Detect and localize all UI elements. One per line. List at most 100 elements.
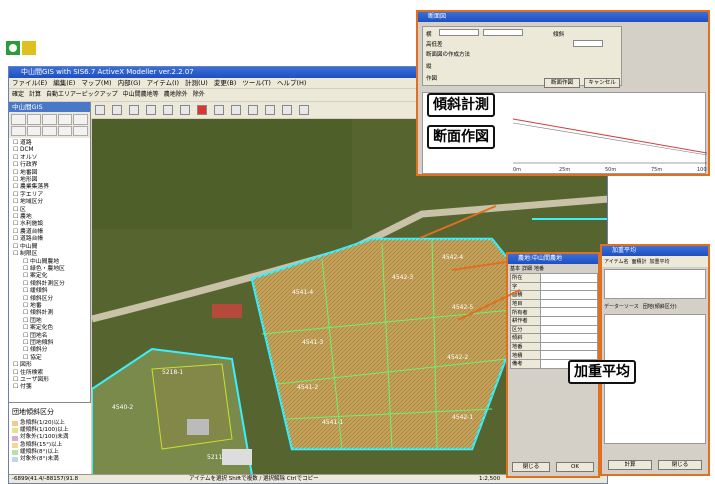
tab[interactable]: 詳細	[522, 265, 532, 272]
select-icon[interactable]	[180, 105, 190, 115]
tree-item[interactable]: ☐ 行政界	[9, 162, 91, 169]
close-button[interactable]: 閉じる	[512, 462, 550, 472]
toolbar-button[interactable]: 中山間農地等	[123, 89, 159, 101]
tool-icon[interactable]	[57, 114, 73, 125]
legend-item: 対象外(1/100)未満	[12, 434, 88, 441]
tree-item[interactable]: ☐ 制限区	[9, 251, 91, 258]
tree-item[interactable]: ☐ 住所検索	[9, 370, 91, 377]
tree-item[interactable]: ☐ 傾斜分	[9, 347, 91, 354]
toolbar-button[interactable]: 除外	[193, 89, 205, 101]
menu-item[interactable]: 編集(E)	[53, 78, 75, 88]
menu-item[interactable]: ヘルプ(H)	[277, 78, 306, 88]
pan-icon[interactable]	[163, 105, 173, 115]
tool-icon[interactable]	[42, 114, 57, 125]
tree-item[interactable]: ☐ 地域区分	[9, 199, 91, 206]
height-input[interactable]	[483, 29, 523, 36]
menu-item[interactable]: アイテム(I)	[147, 78, 179, 88]
tree-item[interactable]: ☐ 区	[9, 207, 91, 214]
attr-value[interactable]	[540, 281, 598, 292]
tree-item[interactable]: ☐ 図形	[9, 362, 91, 369]
menu-item[interactable]: 変更(B)	[214, 78, 237, 88]
attr-value[interactable]	[540, 333, 598, 343]
redo-icon[interactable]	[248, 105, 258, 115]
attr-value[interactable]	[540, 315, 598, 326]
toolbar-button[interactable]: 確定	[12, 89, 24, 101]
tree-item[interactable]: ☐ 水利施設	[9, 221, 91, 228]
tool-icon[interactable]	[57, 125, 73, 136]
toolbar-button[interactable]: 自動エリアーピックアップ	[46, 89, 118, 101]
tool-icon[interactable]	[26, 114, 42, 125]
scale-readout: 1:2,500	[479, 476, 501, 482]
tree-item[interactable]: ☐ 傾斜計測	[9, 310, 91, 317]
tab[interactable]: 地番	[534, 265, 544, 272]
tree-item[interactable]: ☐ 付箋	[9, 384, 91, 391]
tab[interactable]: 基本	[510, 265, 520, 272]
legend-swatch	[12, 435, 18, 441]
toolbar-button[interactable]: 農地除外	[164, 89, 188, 101]
menu-item[interactable]: 計測(U)	[185, 78, 208, 88]
tool-icon[interactable]	[11, 125, 26, 136]
chart-tick-label: 75m	[651, 167, 662, 173]
attr-key: 字	[510, 281, 541, 292]
attr-value[interactable]	[540, 324, 598, 335]
tool-icon[interactable]	[26, 125, 42, 136]
section-button[interactable]: 断面作図	[544, 78, 580, 88]
attr-key: 耕作者	[510, 315, 541, 326]
tool-icon[interactable]	[73, 125, 88, 136]
cancel-button[interactable]: キャンセル	[584, 78, 620, 88]
parcel-label: 5211	[207, 454, 222, 461]
zoom-icon[interactable]	[146, 105, 156, 115]
tree-item[interactable]: ☐ 傾斜計測区分	[9, 281, 91, 288]
legend-item: 対象外(8°)未満	[12, 456, 88, 463]
undo-icon[interactable]	[231, 105, 241, 115]
attr-value[interactable]	[540, 290, 598, 300]
ok-button[interactable]: OK	[556, 462, 594, 472]
tree-item[interactable]: ☐ 傾斜区分	[9, 296, 91, 303]
tree-item[interactable]: ☐ 農業集落界	[9, 184, 91, 191]
dialog-title: 農地:中山間農地	[508, 254, 598, 264]
attr-value[interactable]	[540, 307, 598, 317]
tree-item[interactable]: ☐ 団地名	[9, 333, 91, 340]
attr-value[interactable]	[540, 350, 598, 360]
map-tool-icon[interactable]	[95, 105, 105, 115]
binoculars-icon[interactable]	[265, 105, 275, 115]
attr-value[interactable]	[540, 298, 598, 309]
tree-item[interactable]: ☐ 中山間	[9, 244, 91, 251]
attr-key: 地目	[510, 298, 541, 309]
parcel-label: 4541-3	[302, 339, 323, 346]
datasource-value[interactable]: 団地(傾斜区分)	[643, 303, 677, 310]
calculate-button[interactable]: 計算	[608, 460, 652, 470]
tree-item[interactable]: ☐ 地番図	[9, 170, 91, 177]
tool-icon[interactable]	[11, 114, 26, 125]
attr-value[interactable]	[540, 273, 598, 283]
width-input[interactable]	[439, 29, 479, 36]
tool-icon[interactable]	[73, 114, 88, 125]
tree-item[interactable]: ☐ 緑色・農地区	[9, 266, 91, 273]
slope-input[interactable]	[573, 40, 603, 47]
tree-item[interactable]: ☐ DCM	[9, 147, 91, 154]
tree-item[interactable]: ☐ 案定化	[9, 273, 91, 280]
menu-item[interactable]: 内部(G)	[118, 78, 141, 88]
datasource-row: データーソース 団地(傾斜区分)	[602, 301, 708, 312]
menu-item[interactable]: ファイル(E)	[12, 78, 47, 88]
dialog-title: 断面図	[418, 12, 708, 22]
attr-value[interactable]	[540, 341, 598, 352]
layer-icon[interactable]	[129, 105, 139, 115]
close-button[interactable]: 閉じる	[658, 460, 702, 470]
weighted-list[interactable]	[604, 269, 706, 299]
grid-icon[interactable]	[299, 105, 309, 115]
menu-item[interactable]: マップ(M)	[81, 78, 111, 88]
toolbar-button[interactable]: 計算	[29, 89, 41, 101]
attr-row: 所在	[510, 273, 598, 283]
stop-icon[interactable]	[197, 105, 207, 115]
tree-item[interactable]: ☐ 団地傾斜	[9, 340, 91, 347]
tree-item[interactable]: ☐ 中山間農地	[9, 259, 91, 266]
table-icon[interactable]	[282, 105, 292, 115]
tree-item[interactable]: ☐ 緩傾斜	[9, 288, 91, 295]
tree-item[interactable]: ☐ 案定化色	[9, 325, 91, 332]
print-icon[interactable]	[214, 105, 224, 115]
menu-item[interactable]: ツール(T)	[242, 78, 271, 88]
tree-item[interactable]: ☐ 道路台帳	[9, 236, 91, 243]
tool-icon[interactable]	[42, 125, 57, 136]
folder-icon[interactable]	[112, 105, 122, 115]
